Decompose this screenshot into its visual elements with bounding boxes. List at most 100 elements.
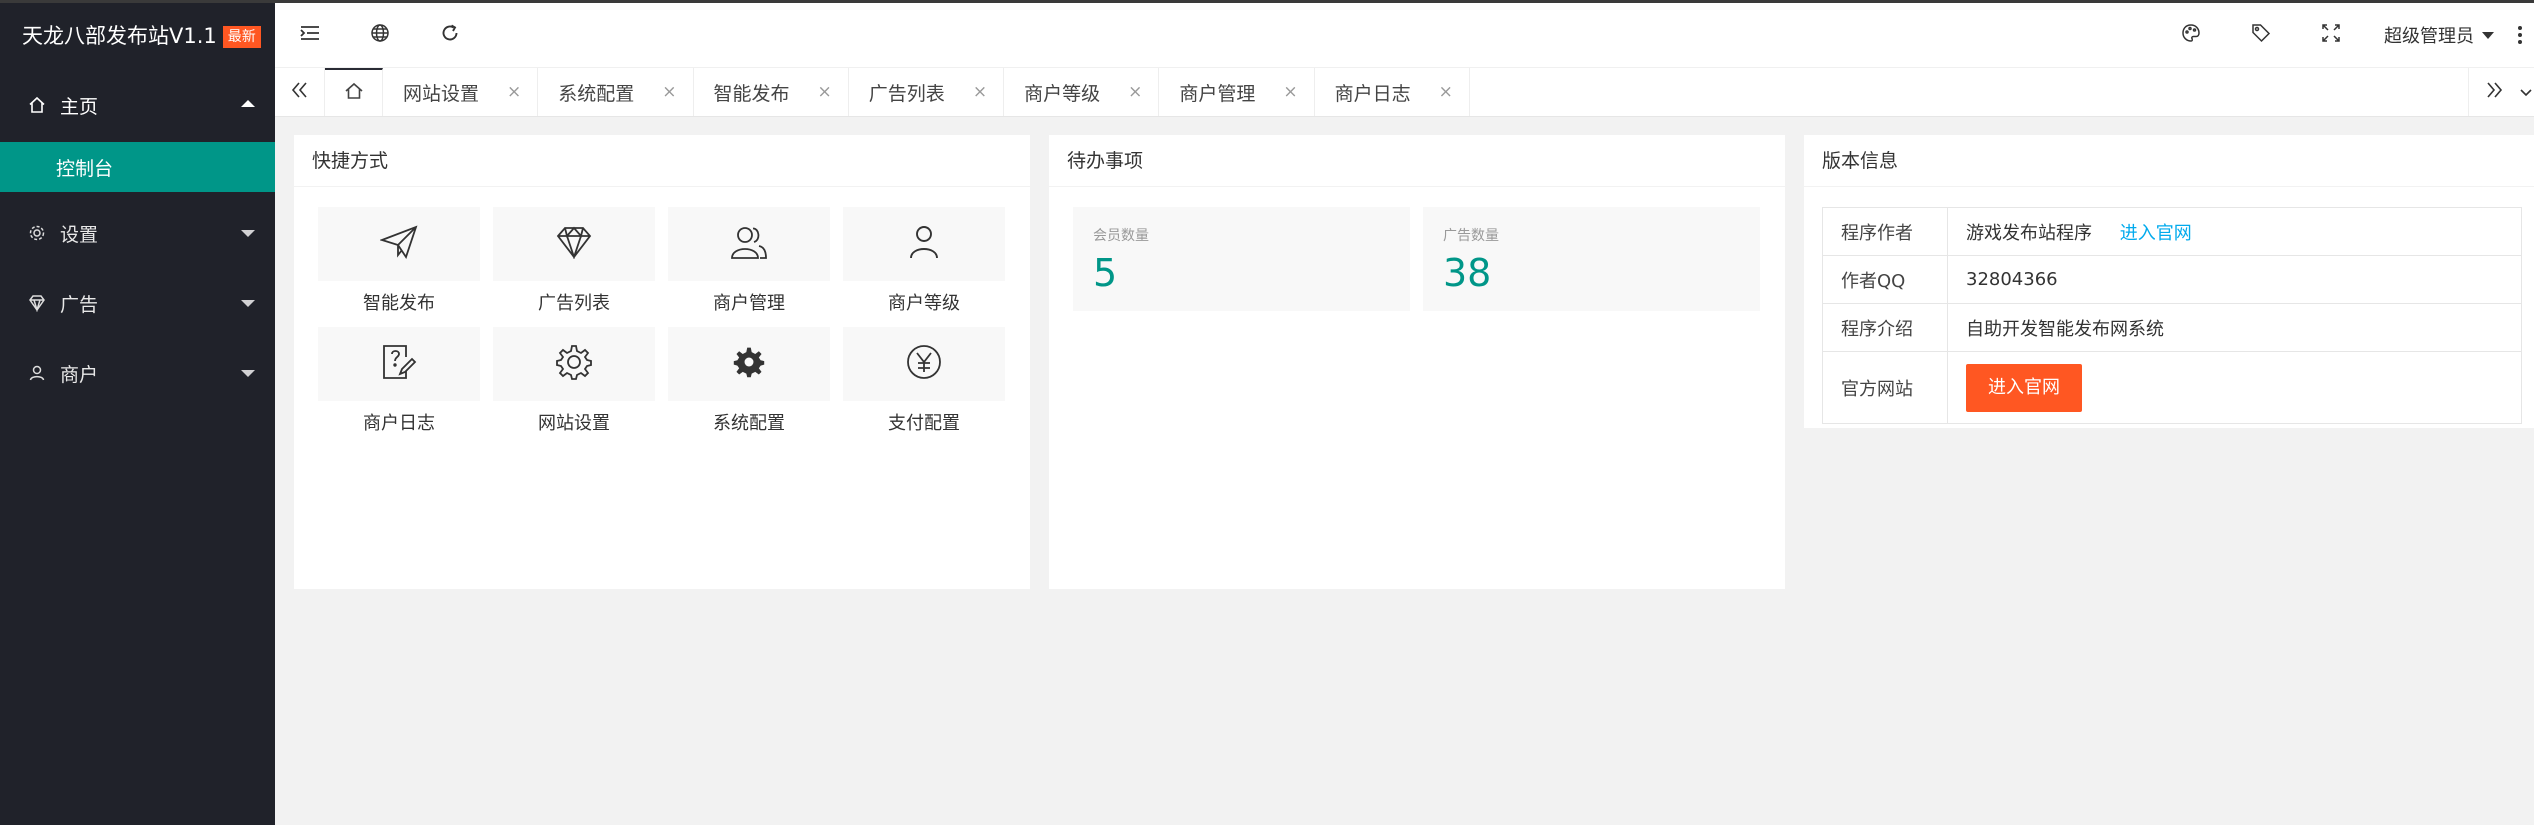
todo-value: 38 (1443, 251, 1492, 295)
close-icon[interactable]: × (662, 82, 676, 102)
tag-button[interactable] (2226, 3, 2296, 67)
yen-icon (905, 343, 943, 385)
tab-item[interactable]: 系统配置 × (538, 68, 694, 116)
gear-solid-icon (732, 345, 766, 383)
shortcut-smart-publish[interactable]: 智能发布 (318, 207, 480, 315)
close-icon[interactable]: × (507, 82, 521, 102)
official-site-link[interactable]: 进入官网 (2120, 223, 2192, 244)
version-value-cell: 进入官网 (1947, 351, 2522, 424)
logo[interactable]: 天龙八部发布站V1.1 最新 (0, 0, 275, 70)
shortcut-label: 商户管理 (713, 293, 785, 314)
shortcuts-card: 快捷方式 智能发布 广告列表 商户管理 商户等级 商户日志 网站设置 系统配置 … (294, 135, 1030, 589)
diamond-icon (555, 225, 593, 263)
shortcut-merchant-manage[interactable]: 商户管理 (668, 207, 830, 315)
theme-button[interactable] (2156, 3, 2226, 67)
tab-label: 网站设置 (403, 82, 480, 105)
shortcut-website-settings[interactable]: 网站设置 (493, 327, 655, 435)
sidebar-item-label: 广告 (60, 293, 99, 316)
tab-item[interactable]: 商户日志 × (1315, 68, 1470, 116)
close-icon[interactable]: × (1128, 82, 1142, 102)
logo-text: 天龙八部发布站V1.1 (22, 24, 217, 48)
tab-label: 智能发布 (713, 82, 790, 105)
user-icon (907, 224, 941, 264)
paper-plane-icon (379, 225, 418, 263)
chevron-up-icon (241, 100, 255, 107)
official-site-button[interactable]: 进入官网 (1966, 363, 2082, 412)
tab-scroll-right-button[interactable] (2468, 68, 2518, 116)
tab-item[interactable]: 网站设置 × (383, 68, 539, 116)
tab-actions-button[interactable] (2518, 68, 2534, 116)
user-name: 超级管理员 (2384, 26, 2474, 47)
home-icon (344, 82, 364, 104)
gear-outline-icon (555, 343, 593, 385)
shortcut-label: 系统配置 (713, 413, 785, 434)
menu-fold-button[interactable] (275, 3, 345, 67)
sidebar-item-label: 设置 (60, 223, 99, 246)
close-icon[interactable]: × (1439, 82, 1453, 102)
shortcut-label: 网站设置 (538, 413, 610, 434)
menu-fold-icon (300, 24, 320, 46)
tab-label: 系统配置 (558, 82, 635, 105)
tab-item[interactable]: 商户管理 × (1159, 68, 1315, 116)
table-row: 程序作者 游戏发布站程序 进入官网 (1822, 207, 2522, 256)
sidebar-item-settings[interactable]: 设置 (0, 198, 275, 268)
shortcut-label: 广告列表 (538, 293, 610, 314)
shortcut-merchant-log[interactable]: 商户日志 (318, 327, 480, 435)
palette-icon (2181, 23, 2201, 47)
sidebar-item-ads[interactable]: 广告 (0, 268, 275, 338)
tab-label: 广告列表 (868, 82, 945, 105)
shortcut-system-config[interactable]: 系统配置 (668, 327, 830, 435)
tab-label: 商户管理 (1179, 82, 1256, 105)
tab-item[interactable]: 广告列表 × (849, 68, 1005, 116)
version-value: 自助开发智能发布网系统 (1947, 303, 2522, 352)
close-icon[interactable]: × (973, 82, 987, 102)
fullscreen-button[interactable] (2296, 3, 2366, 67)
close-icon[interactable]: × (1283, 82, 1297, 102)
user-menu[interactable]: 超级管理员 (2366, 22, 2506, 48)
chevron-down-icon (241, 230, 255, 237)
double-chevron-left-icon (291, 82, 309, 102)
chevron-down-icon (241, 370, 255, 377)
tab-scroll-left-button[interactable] (275, 68, 325, 116)
shortcut-label: 智能发布 (363, 293, 435, 314)
note-question-icon (380, 343, 418, 385)
tag-icon (2251, 23, 2271, 47)
refresh-button[interactable] (415, 3, 485, 67)
tab-item[interactable]: 商户等级 × (1004, 68, 1160, 116)
todo-label: 广告数量 (1443, 228, 1499, 244)
version-value: 游戏发布站程序 (1966, 222, 2092, 244)
shortcut-payment-config[interactable]: 支付配置 (843, 327, 1005, 435)
diamond-icon (26, 292, 48, 314)
sidebar-item-label: 主页 (60, 95, 99, 118)
logo-badge: 最新 (222, 25, 261, 48)
top-border (0, 0, 2534, 3)
sidebar-subitem-console[interactable]: 控制台 (0, 142, 275, 192)
todo-ad-count[interactable]: 广告数量 38 (1423, 207, 1760, 311)
version-value: 32804366 (1947, 255, 2522, 304)
refresh-icon (440, 23, 460, 47)
version-value-cell: 游戏发布站程序 进入官网 (1947, 207, 2522, 256)
globe-icon (370, 23, 390, 47)
todo-label: 会员数量 (1093, 228, 1149, 244)
version-card: 版本信息 程序作者 游戏发布站程序 进入官网 作者QQ 32804366 程序介… (1804, 135, 2534, 428)
users-icon (729, 224, 769, 264)
caret-down-icon (2482, 31, 2494, 39)
sidebar-item-merchant[interactable]: 商户 (0, 338, 275, 408)
todo-member-count[interactable]: 会员数量 5 (1073, 207, 1410, 311)
website-button[interactable] (345, 3, 415, 67)
sidebar-item-home[interactable]: 主页 (0, 70, 275, 140)
tab-home[interactable] (325, 68, 383, 116)
version-title: 版本信息 (1804, 135, 2534, 187)
shortcut-ad-list[interactable]: 广告列表 (493, 207, 655, 315)
close-icon[interactable]: × (818, 82, 832, 102)
version-key: 官方网站 (1822, 351, 1948, 424)
tab-item[interactable]: 智能发布 × (694, 68, 849, 116)
table-row: 作者QQ 32804366 (1822, 255, 2522, 304)
sidebar-subitem-label: 控制台 (56, 157, 114, 180)
more-menu-icon[interactable] (2506, 26, 2534, 44)
shortcut-merchant-level[interactable]: 商户等级 (843, 207, 1005, 315)
tab-label: 商户日志 (1334, 82, 1411, 105)
tab-bar: 网站设置 × 系统配置 × 智能发布 × 广告列表 × 商户等级 × 商户管理 × 商户日志 × (275, 67, 2534, 117)
version-table: 程序作者 游戏发布站程序 进入官网 作者QQ 32804366 程序介绍 自助开… (1822, 207, 2522, 424)
chevron-down-icon (241, 300, 255, 307)
